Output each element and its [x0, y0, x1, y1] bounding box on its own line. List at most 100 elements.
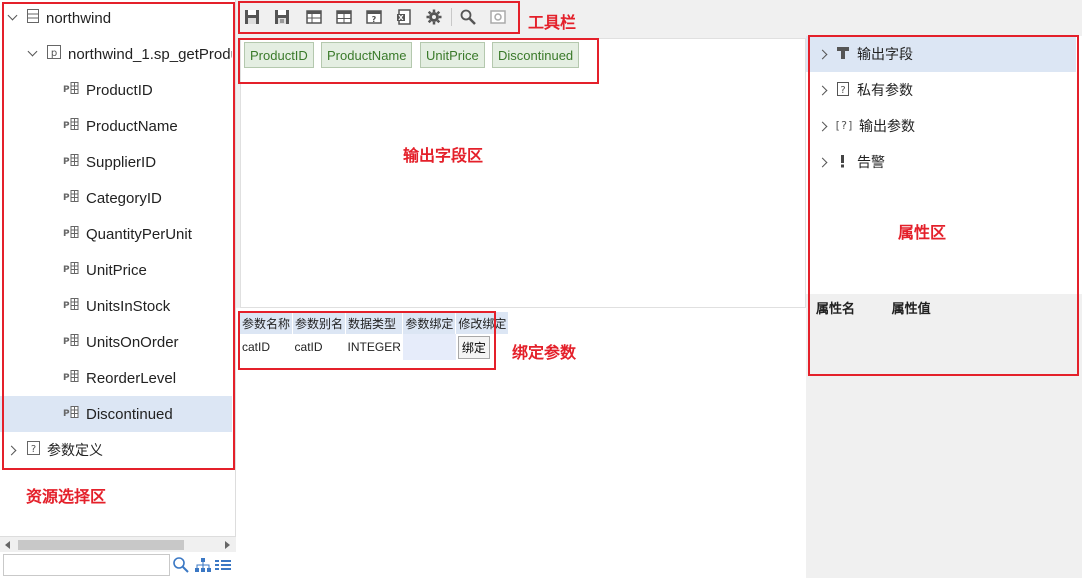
- tree-search-input[interactable]: [3, 554, 170, 576]
- property-panel: 输出字段 ? 私有参数 [?] 输出参数 告警 属性名 属性值: [806, 36, 1082, 578]
- param-binding-cell[interactable]: [402, 334, 456, 360]
- output-field-chip[interactable]: Discontinued: [492, 42, 580, 68]
- property-item-alerts[interactable]: 告警: [806, 144, 1076, 180]
- tree-node-label: UnitsInStock: [86, 297, 171, 315]
- tree-node-field[interactable]: P ProductID: [0, 72, 232, 108]
- column-header: 参数名称: [240, 312, 294, 334]
- tree-node-field[interactable]: P UnitsOnOrder: [0, 324, 232, 360]
- database-icon: [27, 9, 39, 27]
- svg-text:P: P: [63, 337, 70, 347]
- output-field-chip[interactable]: UnitPrice: [420, 42, 485, 68]
- svg-text:P: P: [63, 193, 70, 203]
- horizontal-scrollbar[interactable]: [0, 536, 236, 552]
- tree-node-label: UnitPrice: [86, 261, 147, 279]
- column-header: 修改绑定: [455, 312, 510, 334]
- scroll-thumb[interactable]: [18, 540, 184, 550]
- tree-node-label: northwind_1.sp_getProdu: [68, 45, 232, 63]
- svg-text:X: X: [398, 14, 404, 22]
- property-category-list: 输出字段 ? 私有参数 [?] 输出参数 告警: [806, 36, 1082, 294]
- field-icon: P: [63, 117, 79, 135]
- property-item-output-fields[interactable]: 输出字段: [806, 36, 1076, 72]
- bind-button[interactable]: 绑定: [457, 335, 490, 359]
- property-item-private-params[interactable]: ? 私有参数: [806, 72, 1076, 108]
- search-icon[interactable]: [172, 556, 190, 574]
- field-icon: P: [63, 261, 79, 279]
- property-item-label: 私有参数: [857, 82, 913, 98]
- tree-search-bar: [0, 552, 236, 578]
- tree-node-label: ProductID: [86, 81, 153, 99]
- scroll-left-arrow-icon[interactable]: [5, 541, 10, 549]
- param-table-header-row: 参数名称 参数别名 数据类型 参数绑定 修改绑定: [240, 312, 510, 334]
- property-area-annotation: 属性区: [898, 225, 947, 242]
- svg-text:P: P: [63, 121, 70, 131]
- field-icon: P: [63, 297, 79, 315]
- svg-text:P: P: [63, 157, 70, 167]
- grid-icon[interactable]: [334, 7, 354, 27]
- toolbar-annotation: 工具栏: [528, 15, 577, 32]
- tree-view-icon[interactable]: [194, 556, 212, 574]
- chevron-right-icon[interactable]: [818, 156, 830, 168]
- param-name-cell[interactable]: catID: [240, 334, 293, 360]
- property-item-label: 输出参数: [859, 118, 915, 134]
- property-item-output-params[interactable]: [?] 输出参数: [806, 108, 1076, 144]
- toolbar-separator: [451, 8, 452, 26]
- field-icon: P: [63, 81, 79, 99]
- tree-node-param-definition[interactable]: ? 参数定义: [0, 432, 232, 468]
- procedure-icon: p: [47, 45, 61, 63]
- attribute-value-header: 属性值: [891, 301, 931, 316]
- search-icon[interactable]: [458, 7, 478, 27]
- attribute-name-header: 属性名: [816, 301, 856, 316]
- table-icon[interactable]: [304, 7, 324, 27]
- scroll-right-arrow-icon[interactable]: [225, 541, 230, 549]
- svg-text:[?]: [?]: [836, 119, 852, 132]
- field-icon: P: [63, 225, 79, 243]
- tree-node-field[interactable]: P UnitsInStock: [0, 288, 232, 324]
- output-field-chip[interactable]: ProductName: [321, 42, 413, 68]
- tree-node-field[interactable]: P SupplierID: [0, 144, 232, 180]
- tree-node-root[interactable]: northwind: [0, 0, 232, 36]
- tree-node-field[interactable]: P ProductName: [0, 108, 232, 144]
- tree-node-field[interactable]: P Discontinued: [0, 396, 232, 432]
- param-icon[interactable]: ?: [364, 7, 384, 27]
- tree-node-label: UnitsOnOrder: [86, 333, 179, 351]
- chevron-right-icon[interactable]: [7, 444, 19, 456]
- bind-params-annotation: 绑定参数: [512, 345, 577, 362]
- chevron-right-icon[interactable]: [818, 120, 830, 132]
- field-icon: P: [63, 333, 79, 351]
- chevron-down-icon[interactable]: [27, 48, 39, 60]
- tree-node-field[interactable]: P UnitPrice: [0, 252, 232, 288]
- tree-node-field[interactable]: P QuantityPerUnit: [0, 216, 232, 252]
- list-view-icon[interactable]: [214, 556, 232, 574]
- save-as-icon[interactable]: [272, 7, 292, 27]
- svg-text:P: P: [63, 265, 70, 275]
- preview-icon[interactable]: [488, 7, 508, 27]
- resource-area-annotation: 资源选择区: [26, 489, 107, 506]
- tree-node-label: northwind: [46, 9, 112, 27]
- output-fields-area[interactable]: ProductID ProductName UnitPrice Discontinue…: [240, 38, 806, 308]
- output-param-icon: [?]: [834, 118, 854, 135]
- svg-text:P: P: [63, 85, 70, 95]
- param-modify-cell: 绑定: [456, 334, 509, 360]
- param-type-cell[interactable]: INTEGER: [346, 334, 403, 360]
- gear-icon[interactable]: [424, 7, 444, 27]
- tree-node-label: QuantityPerUnit: [86, 225, 192, 243]
- chevron-right-icon[interactable]: [818, 84, 830, 96]
- field-icon: P: [63, 369, 79, 387]
- tree-node-label: ProductName: [86, 117, 178, 135]
- column-header: 参数别名: [292, 312, 347, 334]
- table-row: catID catID INTEGER 绑定: [240, 334, 509, 360]
- tree-node-label: SupplierID: [86, 153, 157, 171]
- svg-text:p: p: [51, 48, 57, 59]
- field-icon: P: [63, 189, 79, 207]
- excel-icon[interactable]: X: [394, 7, 414, 27]
- tree-node-field[interactable]: P CategoryID: [0, 180, 232, 216]
- svg-text:?: ?: [372, 15, 377, 24]
- chevron-right-icon[interactable]: [818, 48, 830, 60]
- save-icon[interactable]: [242, 7, 262, 27]
- chevron-down-icon[interactable]: [7, 12, 19, 24]
- tree-node-label: 参数定义: [47, 442, 103, 458]
- output-field-chip[interactable]: ProductID: [244, 42, 314, 68]
- tree-node-field[interactable]: P ReorderLevel: [0, 360, 232, 396]
- tree-node-procedure[interactable]: p northwind_1.sp_getProdu: [0, 36, 232, 72]
- param-alias-cell[interactable]: catID: [293, 334, 346, 360]
